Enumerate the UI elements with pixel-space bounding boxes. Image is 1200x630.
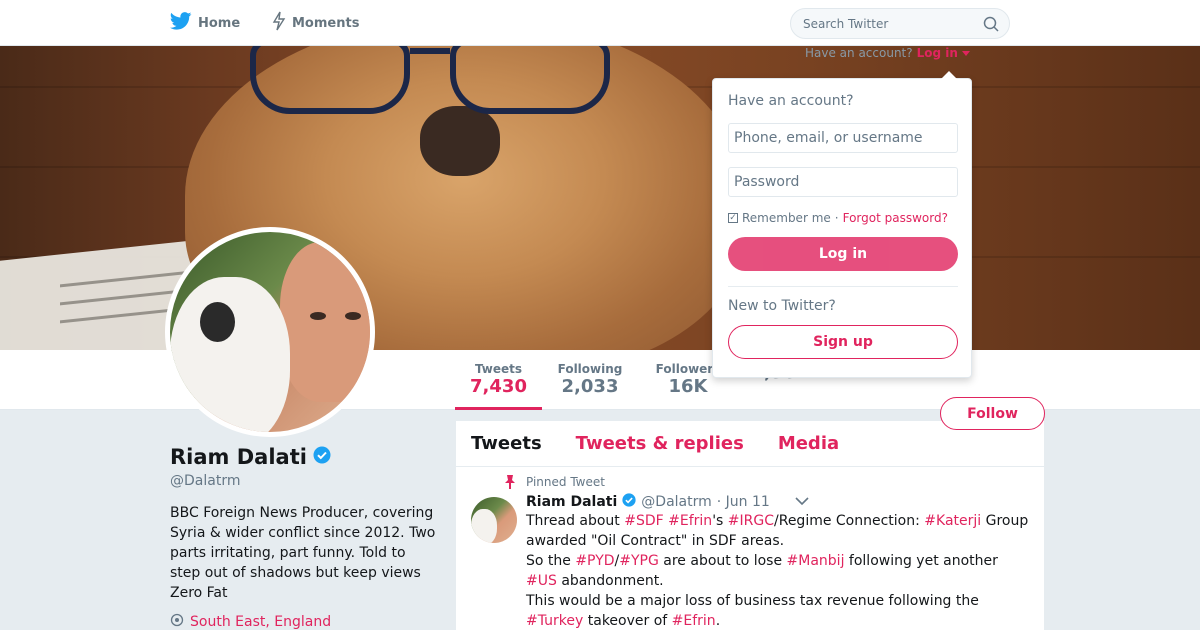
glasses-graphic — [250, 46, 620, 118]
login-trigger: Have an account? Log in — [805, 46, 970, 60]
hashtag[interactable]: #US — [526, 573, 557, 589]
hashtag[interactable]: #Turkey — [526, 613, 583, 629]
tweet-text-span: are about to lose — [658, 553, 787, 569]
profile-handle[interactable]: @Dalatrm — [170, 473, 440, 489]
avatar-eye — [345, 312, 361, 320]
hashtag[interactable]: #Katerji — [924, 513, 981, 529]
verified-icon — [622, 493, 636, 511]
tweet-author-handle[interactable]: @Dalatrm — [641, 494, 711, 510]
remember-row: ✓ Remember me · Forgot password? — [728, 211, 956, 225]
tweet-line: This would be a major loss of business t… — [526, 591, 1029, 611]
divider — [728, 286, 958, 287]
tweet-text-span: /Regime Connection: — [774, 513, 925, 529]
profile-name[interactable]: Riam Dalati — [170, 445, 307, 469]
tweet-text-span: following yet another — [844, 553, 998, 569]
tweet-line: So the #PYD/#YPG are about to lose #Manb… — [526, 551, 1029, 591]
pinned-row: Pinned Tweet — [502, 475, 1029, 489]
stat-following[interactable]: Following 2,033 — [550, 350, 630, 410]
tweet[interactable]: Pinned Tweet Riam Dalati @Dalatrm · Jun … — [456, 467, 1044, 630]
tweet-text-span: abandonment. — [556, 573, 664, 589]
password-field[interactable] — [728, 167, 958, 197]
chevron-down-icon[interactable] — [795, 494, 809, 510]
avatar-face — [280, 242, 370, 402]
hashtag[interactable]: #Efrin — [668, 513, 712, 529]
login-link[interactable]: Log in — [917, 46, 958, 60]
nav-home-label: Home — [198, 15, 241, 31]
hashtag[interactable]: #Efrin — [672, 613, 716, 629]
hashtag[interactable]: #YPG — [619, 553, 659, 569]
location-pin-icon — [170, 613, 184, 630]
remember-label: Remember me — [742, 211, 831, 225]
pin-icon — [504, 475, 516, 492]
timeline: Tweets Tweets & replies Media Pinned Twe… — [456, 421, 1044, 630]
avatar-dog-ear — [200, 302, 235, 342]
login-dropdown: Have an account? ✓ Remember me · Forgot … — [712, 71, 972, 378]
avatar-eye — [310, 312, 326, 320]
tweet-text-span: This would be a major loss of business t… — [526, 593, 979, 609]
tweet-text-span: . — [715, 613, 721, 629]
tweet-text-span: takeover of — [583, 613, 672, 629]
moments-bolt-icon — [272, 11, 286, 35]
tab-tweets-replies[interactable]: Tweets & replies — [576, 433, 744, 454]
hashtag[interactable]: #IRGC — [728, 513, 774, 529]
name-row: Riam Dalati — [170, 445, 440, 469]
tweet-text-span: So the — [526, 553, 576, 569]
nav-moments[interactable]: Moments — [272, 0, 359, 46]
profile-bio-card: Riam Dalati @Dalatrm BBC Foreign News Pr… — [170, 445, 440, 630]
tweet-avatar-dog — [471, 509, 497, 543]
hashtag[interactable]: #Manbij — [787, 553, 845, 569]
search-icon[interactable] — [983, 16, 999, 36]
tweet-line: #Turkey takeover of #Efrin. — [526, 611, 1029, 630]
profile-bio: BBC Foreign News Producer, covering Syri… — [170, 505, 436, 601]
glasses-lens — [250, 46, 410, 114]
nav-moments-label: Moments — [292, 15, 360, 31]
stat-value: 2,033 — [561, 376, 619, 397]
separator-dot: · — [834, 211, 839, 225]
glasses-bridge — [410, 48, 450, 54]
tweet-line: Thread about #SDF #Efrin's #IRGC/Regime … — [526, 511, 1029, 551]
nav-home[interactable]: Home — [169, 0, 241, 46]
follow-button[interactable]: Follow — [940, 397, 1045, 430]
verified-icon — [313, 446, 331, 468]
hashtag[interactable]: #SDF — [624, 513, 663, 529]
top-navigation: Home Moments — [0, 0, 1200, 46]
tab-tweets[interactable]: Tweets — [471, 433, 542, 454]
tweet-text-span: 's — [712, 513, 728, 529]
stat-label: Tweets — [474, 362, 523, 376]
tweet-text-span: Thread about — [526, 513, 625, 529]
stat-value: 7,430 — [470, 376, 527, 397]
stat-label: Following — [557, 362, 623, 376]
caret-down-icon[interactable] — [961, 46, 970, 60]
username-field[interactable] — [728, 123, 958, 153]
tweet-avatar[interactable] — [471, 497, 517, 543]
forgot-password-link[interactable]: Forgot password? — [843, 211, 948, 225]
tweet-header: Riam Dalati @Dalatrm · Jun 11 — [526, 493, 1029, 511]
tweet-author-name[interactable]: Riam Dalati — [526, 494, 617, 510]
hashtag[interactable]: #PYD — [575, 553, 614, 569]
new-to-twitter-label: New to Twitter? — [728, 298, 836, 314]
tab-media[interactable]: Media — [778, 433, 839, 454]
tweet-text: Thread about #SDF #Efrin's #IRGC/Regime … — [526, 511, 1029, 630]
remember-checkbox[interactable]: ✓ — [728, 213, 738, 223]
search-box — [790, 8, 1010, 39]
avatar-dog — [170, 277, 290, 432]
pinned-label: Pinned Tweet — [526, 475, 605, 489]
profile-location: South East, England — [170, 613, 440, 630]
twitter-bird-icon — [169, 12, 192, 34]
glasses-lens — [450, 46, 610, 114]
profile-avatar[interactable] — [165, 227, 375, 437]
signup-button[interactable]: Sign up — [728, 325, 958, 359]
location-link[interactable]: South East, England — [190, 614, 331, 630]
stat-tweets[interactable]: Tweets 7,430 — [455, 350, 542, 410]
login-button[interactable]: Log in — [728, 237, 958, 271]
login-heading: Have an account? — [728, 93, 854, 109]
search-input[interactable] — [803, 16, 973, 31]
login-prompt: Have an account? — [805, 46, 913, 60]
tweet-date[interactable]: · Jun 11 — [717, 494, 770, 510]
stat-value: 16K — [668, 376, 708, 397]
